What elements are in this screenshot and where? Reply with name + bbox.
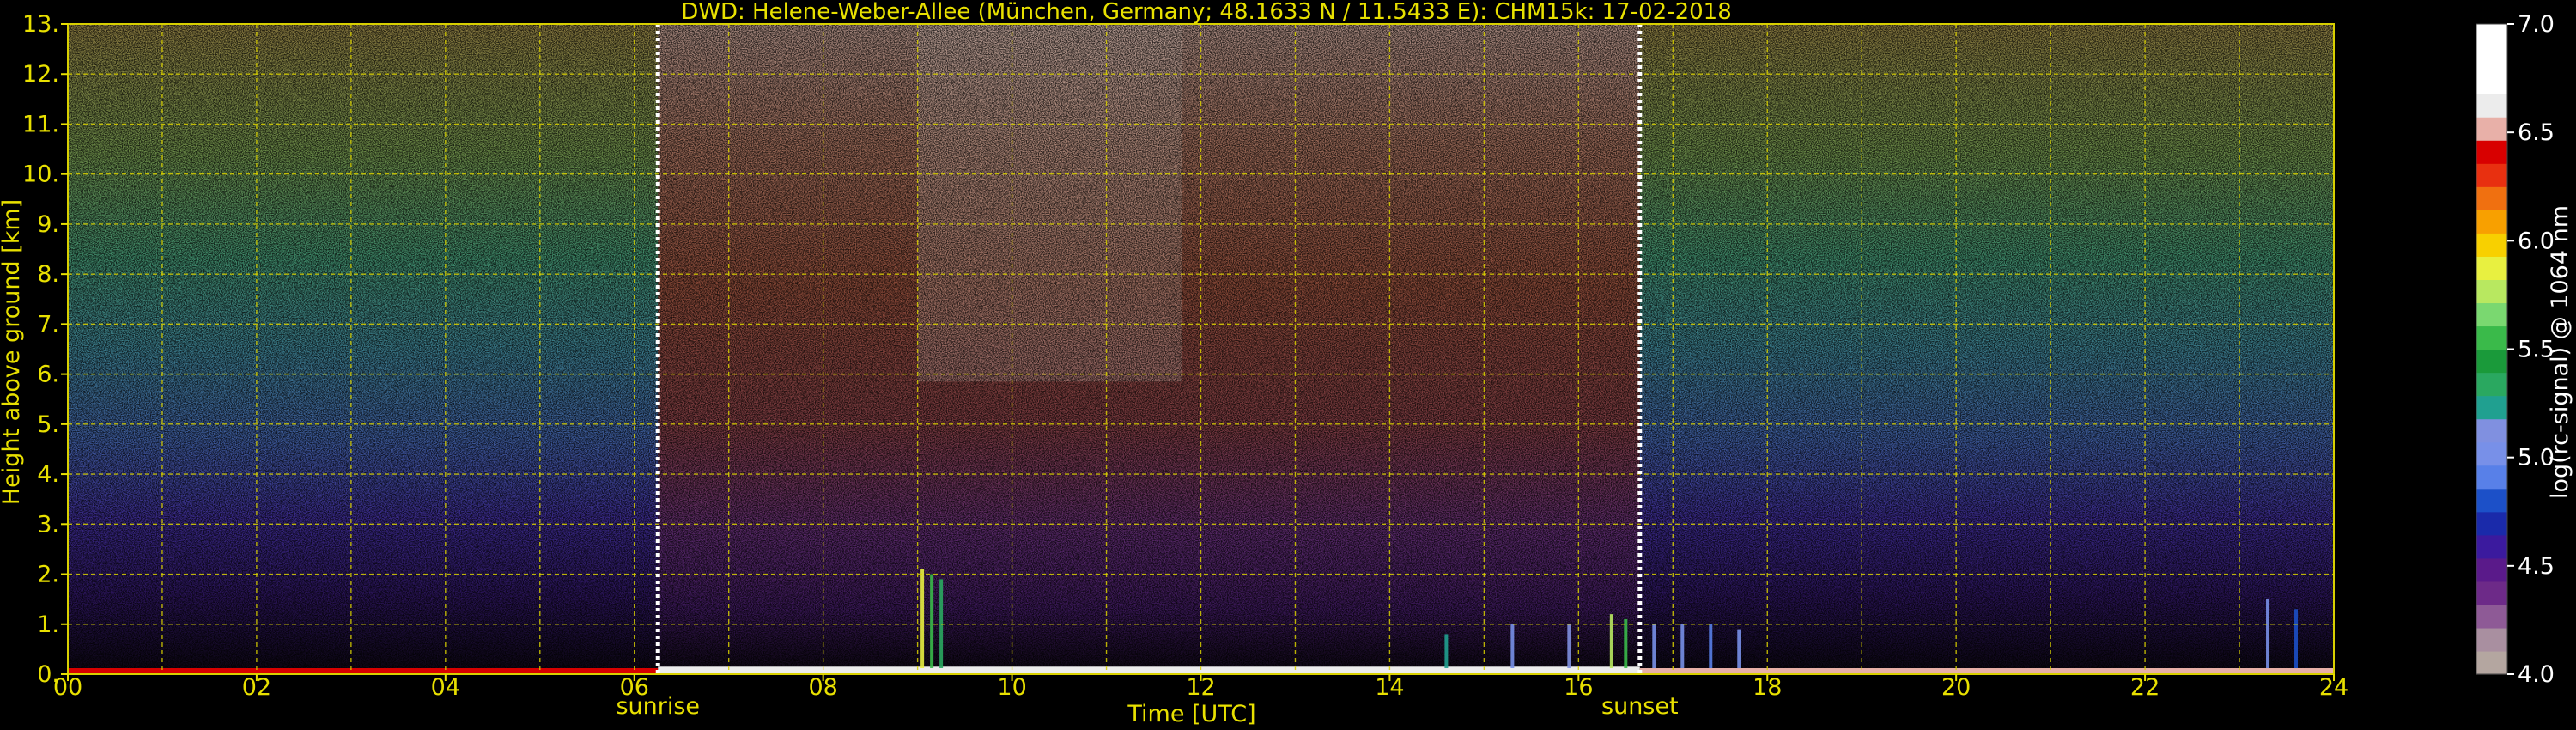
cloud-spike-13 — [2294, 609, 2299, 669]
colorbar-segment — [2476, 534, 2507, 559]
x-tick-label: 10 — [997, 674, 1026, 701]
chart-title: DWD: Helene-Weber-Allee (München, German… — [681, 0, 1732, 25]
colorbar-segment — [2476, 233, 2507, 257]
y-tick-label: 7. — [37, 311, 59, 338]
colorbar-segment — [2476, 186, 2507, 210]
colorbar-segment — [2476, 511, 2507, 536]
ground-layer-0 — [68, 668, 659, 674]
colorbar-segment — [2476, 441, 2507, 466]
sunset-label: sunset — [1601, 693, 1679, 720]
y-tick-label: 8. — [37, 261, 59, 288]
cloud-spike-10 — [1709, 624, 1713, 669]
colorbar-segment — [2476, 349, 2507, 374]
colorbar-segment — [2476, 94, 2507, 118]
y-tick-label: 2. — [37, 562, 59, 588]
x-tick-label: 22 — [2130, 674, 2160, 701]
colorbar-segment — [2476, 488, 2507, 513]
colorbar-segment — [2476, 210, 2507, 234]
colorbar-tick-label: 7.0 — [2518, 11, 2555, 38]
y-tick-label: 0. — [37, 661, 59, 688]
cloud-spike-5 — [1567, 624, 1571, 669]
colorbar-segment — [2476, 418, 2507, 443]
cloud-spike-9 — [1680, 624, 1685, 669]
colorbar-segment — [2476, 24, 2507, 48]
y-tick-label: 5. — [37, 411, 59, 438]
y-tick-label: 3. — [37, 511, 59, 538]
colorbar-tick-label: 4.5 — [2518, 553, 2555, 580]
colorbar-segment — [2476, 302, 2507, 327]
cloud-spike-4 — [1510, 624, 1515, 669]
colorbar-segment — [2476, 279, 2507, 304]
y-tick-label: 10. — [22, 161, 59, 188]
colorbar-segment — [2476, 604, 2507, 629]
cloud-spike-0 — [920, 569, 925, 669]
y-tick-label: 9. — [37, 211, 59, 238]
x-tick-label: 16 — [1564, 674, 1593, 701]
x-tick-label: 18 — [1753, 674, 1782, 701]
colorbar-segment — [2476, 70, 2507, 94]
colorbar: 4.04.55.05.56.06.57.0 — [2476, 11, 2555, 688]
x-tick-label: 08 — [808, 674, 837, 701]
colorbar-segment — [2476, 395, 2507, 420]
x-axis-label: Time [UTC] — [1127, 701, 1255, 727]
y-tick-label: 6. — [37, 362, 59, 388]
cloud-spike-12 — [2266, 599, 2270, 669]
colorbar-segment — [2476, 163, 2507, 187]
y-tick-label: 12. — [22, 61, 59, 88]
y-tick-label: 11. — [22, 111, 59, 137]
colorbar-segment — [2476, 47, 2507, 71]
y-tick-label: 13. — [22, 11, 59, 38]
y-tick-label: 4. — [37, 461, 59, 488]
colorbar-tick-label: 6.5 — [2518, 119, 2555, 146]
colorbar-segment — [2476, 372, 2507, 397]
x-tick-label: 12 — [1186, 674, 1215, 701]
colorbar-segment — [2476, 325, 2507, 350]
y-tick-label: 1. — [37, 611, 59, 638]
x-tick-label: 06 — [620, 674, 649, 701]
cloud-spike-6 — [1609, 614, 1613, 669]
colorbar-segment — [2476, 557, 2507, 582]
x-tick-label: 04 — [431, 674, 460, 701]
colorbar-segment — [2476, 465, 2507, 490]
x-tick-label: 20 — [1941, 674, 1971, 701]
x-tick-label: 14 — [1375, 674, 1404, 701]
cloud-spike-3 — [1444, 634, 1449, 669]
colorbar-segment — [2476, 256, 2507, 280]
cloud-spike-11 — [1737, 629, 1741, 669]
x-tick-label: 02 — [242, 674, 271, 701]
colorbar-tick-label: 4.0 — [2518, 661, 2555, 688]
y-axis-label: Height above ground [km] — [0, 199, 25, 505]
colorbar-segment — [2476, 650, 2507, 675]
cloud-spike-7 — [1624, 618, 1628, 669]
cloud-spike-8 — [1652, 624, 1656, 669]
colorbar-label: log(rc-signal) @ 1064 nm — [2547, 205, 2573, 499]
x-tick-label: 24 — [2319, 674, 2348, 701]
colorbar-segment — [2476, 117, 2507, 141]
ceilometer-chart: sunrise sunset 00 02 04 06 08 10 12 14 16 18 20 22 24… — [0, 0, 2573, 727]
colorbar-segment — [2476, 581, 2507, 605]
ground-layer-1 — [658, 666, 1640, 674]
colorbar-segment — [2476, 627, 2507, 652]
colorbar-segment — [2476, 140, 2507, 164]
ground-layer-2 — [1639, 668, 2334, 674]
cloud-spike-1 — [930, 574, 934, 669]
